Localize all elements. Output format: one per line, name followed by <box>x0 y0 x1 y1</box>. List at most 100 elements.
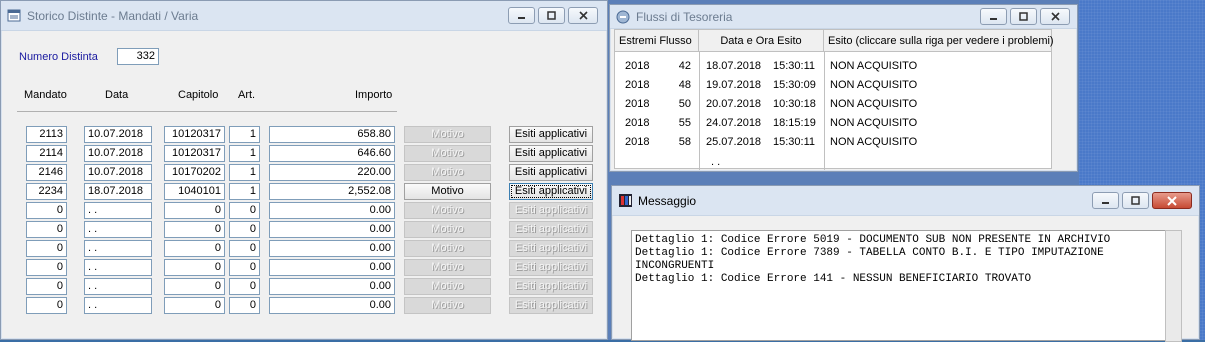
data-field[interactable]: . . <box>84 202 152 219</box>
data-field[interactable]: . . <box>84 240 152 257</box>
flusso-anno: 2018 <box>625 117 650 129</box>
close-button[interactable] <box>568 7 598 24</box>
mandato-field[interactable]: 0 <box>26 221 67 238</box>
mandato-field[interactable]: 0 <box>26 202 67 219</box>
capitolo-field[interactable]: 0 <box>164 297 225 314</box>
numero-distinta-label: Numero Distinta <box>19 51 98 63</box>
mandato-field[interactable]: 0 <box>26 240 67 257</box>
motivo-button[interactable]: Motivo <box>404 240 491 257</box>
esiti-applicativi-button[interactable]: Esiti applicativi <box>509 240 593 257</box>
maximize-button[interactable] <box>1010 8 1037 25</box>
vertical-scrollbar[interactable] <box>1165 230 1182 342</box>
close-button[interactable] <box>1152 192 1192 209</box>
esiti-applicativi-button[interactable]: Esiti applicativi <box>509 221 593 238</box>
importo-field[interactable]: 646.60 <box>269 145 395 162</box>
message-icon <box>619 194 632 207</box>
capitolo-field[interactable]: 0 <box>164 240 225 257</box>
esiti-applicativi-button[interactable]: Esiti applicativi <box>509 202 593 219</box>
motivo-button[interactable]: Motivo <box>404 164 491 181</box>
esiti-applicativi-button[interactable]: Esiti applicativi <box>509 183 593 200</box>
importo-field[interactable]: 658.80 <box>269 126 395 143</box>
mandato-field[interactable]: 0 <box>26 297 67 314</box>
title-bar[interactable]: Storico Distinte - Mandati / Varia <box>1 1 607 31</box>
art-field[interactable]: 1 <box>229 164 260 181</box>
numero-distinta-field[interactable]: 332 <box>117 48 159 65</box>
importo-field[interactable]: 0.00 <box>269 278 395 295</box>
motivo-button[interactable]: Motivo <box>404 278 491 295</box>
art-field[interactable]: 0 <box>229 278 260 295</box>
column-divider <box>699 52 700 170</box>
mandato-field[interactable]: 0 <box>26 259 67 276</box>
motivo-button[interactable]: Motivo <box>404 297 491 314</box>
art-field[interactable]: 1 <box>229 183 260 200</box>
art-field[interactable]: 0 <box>229 297 260 314</box>
importo-field[interactable]: 0.00 <box>269 259 395 276</box>
capitolo-field[interactable]: 10120317 <box>164 145 225 162</box>
data-field[interactable]: . . <box>84 221 152 238</box>
message-line: Dettaglio 1: Codice Errore 7389 - TABELL… <box>635 247 1104 259</box>
motivo-button[interactable]: Motivo <box>404 183 491 200</box>
art-field[interactable]: 1 <box>229 145 260 162</box>
importo-field[interactable]: 0.00 <box>269 202 395 219</box>
data-field[interactable]: . . <box>84 259 152 276</box>
close-button[interactable] <box>1040 8 1070 25</box>
importo-field[interactable]: 220.00 <box>269 164 395 181</box>
motivo-button[interactable]: Motivo <box>404 221 491 238</box>
data-field[interactable]: 10.07.2018 <box>84 126 152 143</box>
motivo-button[interactable]: Motivo <box>404 202 491 219</box>
esiti-applicativi-button[interactable]: Esiti applicativi <box>509 164 593 181</box>
importo-field[interactable]: 2,552.08 <box>269 183 395 200</box>
motivo-button[interactable]: Motivo <box>404 259 491 276</box>
capitolo-field[interactable]: 0 <box>164 259 225 276</box>
importo-field[interactable]: 0.00 <box>269 221 395 238</box>
art-field[interactable]: 1 <box>229 126 260 143</box>
flusso-esito: NON ACQUISITO <box>830 117 918 129</box>
esiti-applicativi-button[interactable]: Esiti applicativi <box>509 259 593 276</box>
close-icon <box>578 11 588 20</box>
flusso-data: 24.07.2018 <box>706 117 762 129</box>
title-bar[interactable]: Messaggio <box>612 186 1199 216</box>
minimize-icon <box>990 18 997 20</box>
capitolo-field[interactable]: 10170202 <box>164 164 225 181</box>
capitolo-field[interactable]: 10120317 <box>164 126 225 143</box>
message-textbox[interactable]: Dettaglio 1: Codice Errore 5019 - DOCUME… <box>631 230 1182 342</box>
motivo-button[interactable]: Motivo <box>404 126 491 143</box>
art-field[interactable]: 0 <box>229 259 260 276</box>
flusso-esito: NON ACQUISITO <box>830 98 918 110</box>
mandato-field[interactable]: 0 <box>26 278 67 295</box>
art-field[interactable]: 0 <box>229 202 260 219</box>
data-field[interactable]: . . <box>84 297 152 314</box>
importo-field[interactable]: 0.00 <box>269 240 395 257</box>
minimize-button[interactable] <box>1092 192 1119 209</box>
mandato-field[interactable]: 2113 <box>26 126 67 143</box>
motivo-button[interactable]: Motivo <box>404 145 491 162</box>
maximize-button[interactable] <box>538 7 565 24</box>
maximize-button[interactable] <box>1122 192 1149 209</box>
capitolo-field[interactable]: 0 <box>164 278 225 295</box>
title-bar[interactable]: Flussi di Tesoreria <box>610 5 1077 29</box>
data-field[interactable]: . . <box>84 278 152 295</box>
capitolo-field[interactable]: 0 <box>164 202 225 219</box>
minimize-button[interactable] <box>980 8 1007 25</box>
flussi-grid: Estremi Flusso Data e Ora Esito Esito (c… <box>614 29 1054 170</box>
esiti-applicativi-button[interactable]: Esiti applicativi <box>509 126 593 143</box>
data-field[interactable]: 10.07.2018 <box>84 164 152 181</box>
esiti-applicativi-button[interactable]: Esiti applicativi <box>509 145 593 162</box>
close-icon <box>1167 195 1177 206</box>
mandato-field[interactable]: 2114 <box>26 145 67 162</box>
importo-field[interactable]: 0.00 <box>269 297 395 314</box>
flussi-tesoreria-window: Flussi di Tesoreria Estremi Flusso Data … <box>609 4 1078 172</box>
esiti-applicativi-button[interactable]: Esiti applicativi <box>509 278 593 295</box>
data-field[interactable]: 18.07.2018 <box>84 183 152 200</box>
art-field[interactable]: 0 <box>229 221 260 238</box>
data-field[interactable]: 10.07.2018 <box>84 145 152 162</box>
esiti-applicativi-button[interactable]: Esiti applicativi <box>509 297 593 314</box>
flusso-anno: 2018 <box>625 60 650 72</box>
mandato-field[interactable]: 2234 <box>26 183 67 200</box>
art-field[interactable]: 0 <box>229 240 260 257</box>
flusso-esito: NON ACQUISITO <box>830 136 918 148</box>
mandato-field[interactable]: 2146 <box>26 164 67 181</box>
capitolo-field[interactable]: 1040101 <box>164 183 225 200</box>
capitolo-field[interactable]: 0 <box>164 221 225 238</box>
minimize-button[interactable] <box>508 7 535 24</box>
